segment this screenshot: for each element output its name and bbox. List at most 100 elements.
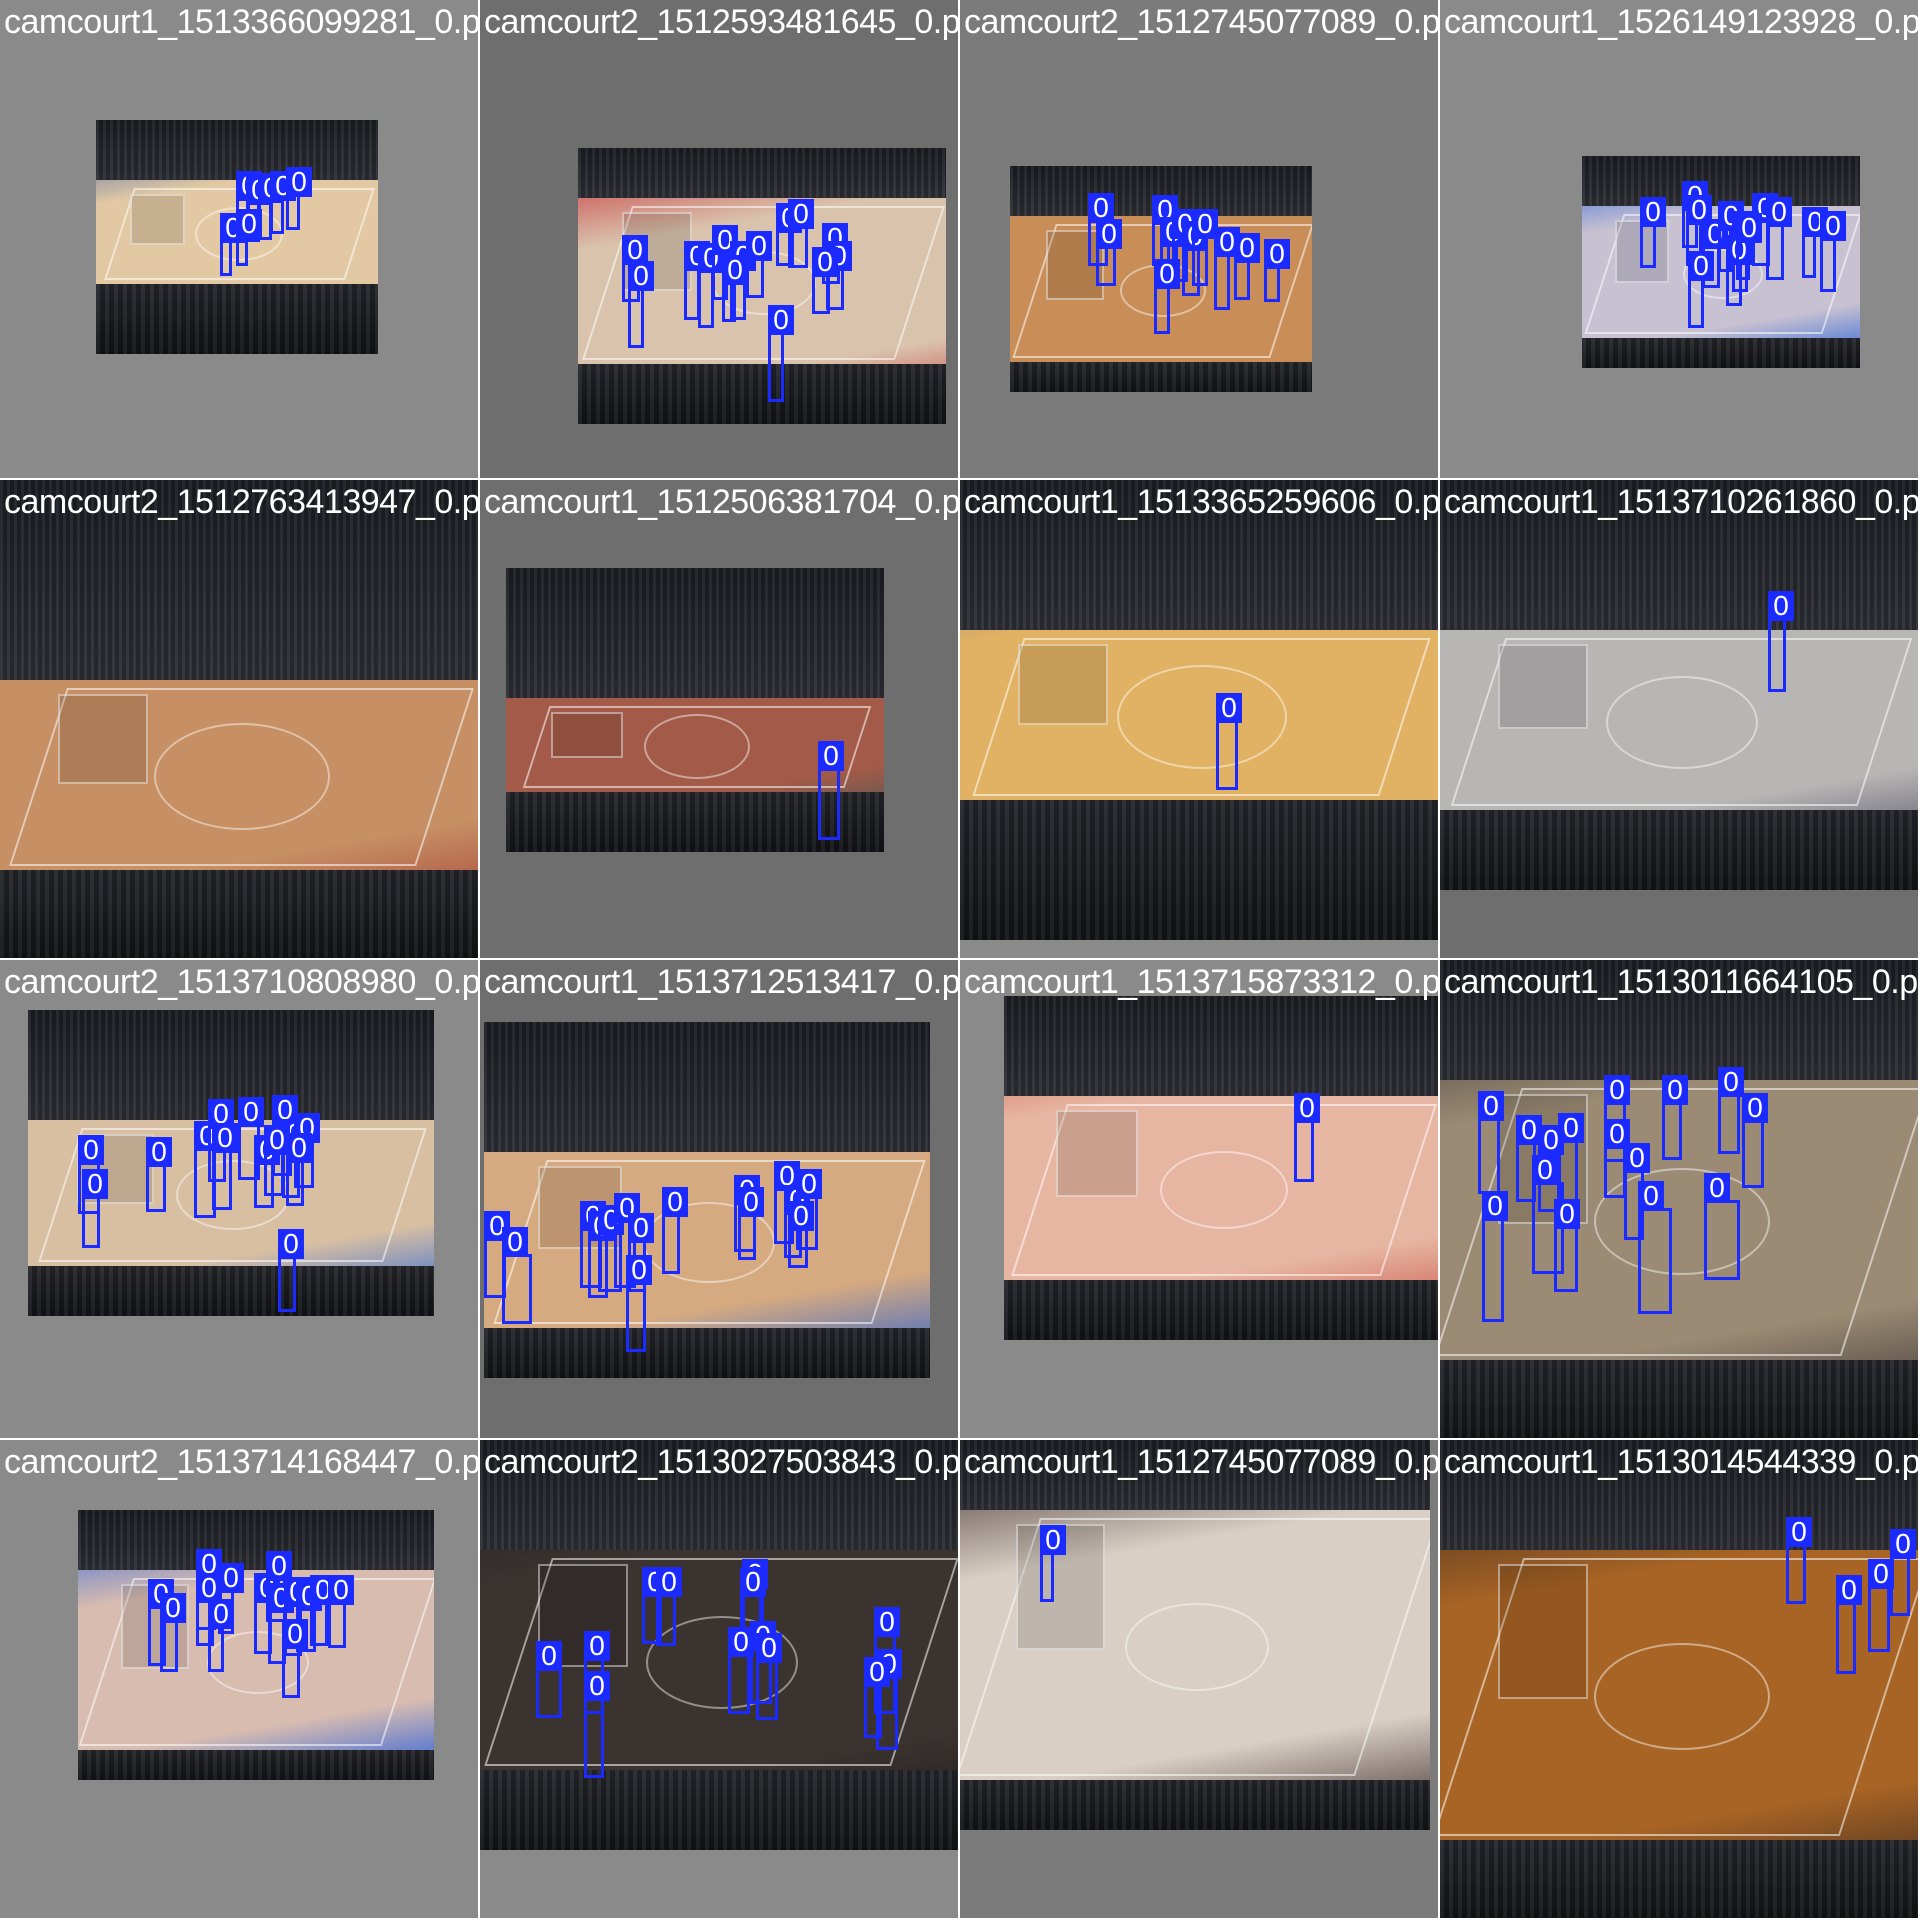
player-bounding-box: 0 [812, 247, 838, 314]
class-label: 0 [818, 741, 844, 771]
player-bounding-box: 0 [584, 1671, 610, 1778]
paint-area [1056, 1110, 1138, 1197]
stands-bottom [78, 1750, 434, 1780]
player-bounding-box: 0 [236, 209, 262, 266]
image-mosaic: 0000000camcourt1_1513366099281_0.png0000… [0, 0, 1920, 1920]
player-bounding-box: 0 [1154, 259, 1180, 334]
player-bounding-box: 0 [278, 1229, 304, 1312]
class-label: 0 [1736, 213, 1762, 243]
court-photo: 00000000000000 [578, 148, 946, 424]
class-label: 0 [1096, 219, 1122, 249]
tile-filename-caption: camcourt2_1512745077089_0.png [964, 3, 1440, 41]
mosaic-tile: 0 camcourt1_1512506381704_0.png [480, 480, 960, 960]
class-label: 0 [1154, 259, 1180, 289]
court-photo: 0 [960, 480, 1438, 940]
class-label: 0 [82, 1169, 108, 1199]
player-bounding-box: 0 [1640, 197, 1666, 268]
court-photo [0, 480, 478, 958]
class-label: 0 [1718, 1067, 1744, 1097]
player-bounding-box: 0 [1294, 1093, 1320, 1182]
tile-filename-caption: camcourt1_1512745077089_0.png [964, 1443, 1440, 1481]
class-label: 0 [1890, 1529, 1916, 1559]
player-bounding-box: 0 [264, 1125, 290, 1196]
class-label: 0 [1704, 1173, 1730, 1203]
mosaic-tile: 0000000000000 camcourt1_1526149123928_0.p… [1440, 0, 1920, 480]
player-bounding-box: 0 [626, 1255, 652, 1352]
class-label: 0 [584, 1631, 610, 1661]
class-label: 0 [796, 1169, 822, 1199]
class-label: 0 [536, 1641, 562, 1671]
class-label: 0 [1558, 1113, 1584, 1143]
player-bounding-box: 0 [282, 1619, 308, 1698]
player-bounding-box: 0 [212, 1123, 238, 1210]
stands-bottom [96, 284, 378, 354]
player-bounding-box: 0 [1688, 251, 1714, 328]
player-bounding-box: 0 [1216, 693, 1242, 790]
class-label: 0 [1482, 1191, 1508, 1221]
court-photo: 0000000 [96, 120, 378, 354]
court-photo: 0 [960, 1440, 1430, 1830]
mosaic-tile: 00000000000000 camcourt2_1512593481645_0.… [480, 0, 960, 480]
player-bounding-box: 0 [1662, 1075, 1688, 1160]
class-label: 0 [160, 1593, 186, 1623]
court-photo: 0000000000000 [480, 1440, 958, 1850]
player-bounding-box: 0 [768, 305, 794, 402]
court-photo: 00000000000000 [28, 1010, 434, 1316]
player-bounding-box: 0 [1482, 1191, 1508, 1322]
player-bounding-box: 0 [788, 199, 814, 268]
player-bounding-box: 0 [1820, 211, 1846, 292]
player-bounding-box: 0 [1802, 207, 1828, 278]
tile-filename-caption: camcourt2_1513027503843_0.png [484, 1443, 960, 1481]
class-label: 0 [628, 261, 654, 291]
class-label: 0 [218, 1563, 244, 1593]
class-label: 0 [1662, 1075, 1688, 1105]
player-bounding-box: 0 [1040, 1525, 1066, 1602]
player-bounding-box: 0 [1264, 239, 1290, 302]
class-label: 0 [1638, 1181, 1664, 1211]
mosaic-tile: 000000000000000 camcourt1_1513712513417_0… [480, 960, 960, 1440]
player-bounding-box: 0 [656, 1567, 682, 1646]
tile-filename-caption: camcourt1_1513365259606_0.png [964, 483, 1440, 521]
class-label: 0 [502, 1227, 528, 1257]
class-label: 0 [874, 1607, 900, 1637]
class-label: 0 [278, 1229, 304, 1259]
center-circle [154, 723, 330, 830]
center-circle [1160, 1151, 1288, 1229]
player-bounding-box: 0 [502, 1227, 532, 1324]
paint-area [58, 694, 148, 784]
class-label: 0 [1786, 1517, 1812, 1547]
center-circle [1117, 665, 1287, 769]
player-bounding-box: 0 [1786, 1517, 1812, 1604]
class-label: 0 [264, 1125, 290, 1155]
center-circle [1594, 1643, 1770, 1750]
court-photo: 00000000000000 [78, 1510, 434, 1780]
class-label: 0 [864, 1657, 890, 1687]
stands-bottom [960, 1780, 1430, 1830]
class-label: 0 [1742, 1093, 1768, 1123]
tile-filename-caption: camcourt2_1513714168447_0.png [4, 1443, 480, 1481]
player-bounding-box: 0 [756, 1633, 782, 1720]
class-label: 0 [1604, 1075, 1630, 1105]
player-bounding-box: 0 [722, 255, 748, 322]
class-label: 0 [788, 199, 814, 229]
court-photo: 0000000000000 [1582, 156, 1860, 368]
player-bounding-box: 0 [286, 1133, 312, 1206]
class-label: 0 [628, 1213, 654, 1243]
stands-top [506, 568, 884, 698]
class-label: 0 [722, 255, 748, 285]
court-photo: 00000000000 [1010, 166, 1312, 392]
player-bounding-box: 0 [310, 1575, 336, 1646]
class-label: 0 [208, 1599, 234, 1629]
stands-bottom [1440, 810, 1918, 890]
mosaic-tile: 0000000 camcourt1_1513366099281_0.png [0, 0, 480, 480]
player-bounding-box: 0 [286, 167, 312, 230]
stands-bottom [1582, 338, 1860, 368]
tile-filename-caption: camcourt1_1513011664105_0.png [1444, 963, 1920, 1001]
player-bounding-box: 0 [746, 231, 772, 298]
stands-bottom [484, 1328, 930, 1378]
court-photo: 000000000000000 [1440, 960, 1918, 1438]
class-label: 0 [1836, 1575, 1862, 1605]
stands-bottom [0, 870, 478, 958]
class-label: 0 [1040, 1525, 1066, 1555]
player-bounding-box: 0 [1192, 209, 1218, 286]
